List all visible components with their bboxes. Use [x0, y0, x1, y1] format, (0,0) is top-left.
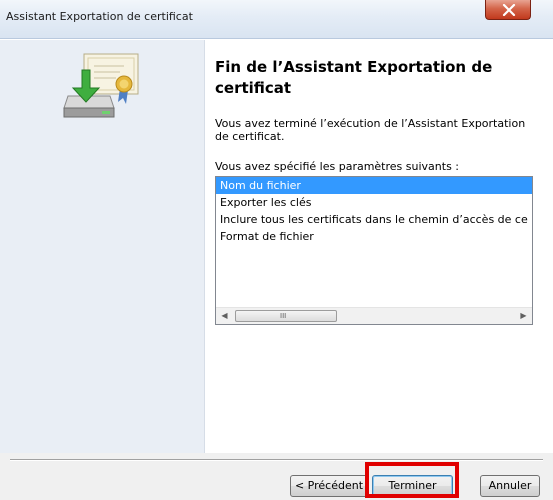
list-item[interactable]: Exporter les clés: [216, 194, 532, 211]
finish-button[interactable]: Terminer: [372, 475, 453, 497]
scrollbar-grip: III: [280, 312, 287, 320]
completion-text: Vous avez terminé l’exécution de l’Assis…: [215, 117, 526, 143]
title-bar: Assistant Exportation de certificat: [0, 0, 553, 39]
certificate-export-icon: [63, 53, 139, 118]
list-item[interactable]: Nom du fichier: [216, 177, 532, 194]
close-icon: [502, 4, 516, 16]
scroll-left-arrow-icon[interactable]: ◀: [216, 308, 233, 324]
scroll-right-arrow-icon[interactable]: ▶: [515, 308, 532, 324]
previous-button[interactable]: < Précédent: [290, 475, 368, 497]
params-listbox[interactable]: Nom du fichier Exporter les clés Inclure…: [215, 176, 533, 325]
divider: [10, 459, 543, 461]
cancel-button[interactable]: Annuler: [480, 475, 540, 497]
params-label: Vous avez spécifié les paramètres suivan…: [215, 160, 460, 173]
horizontal-scrollbar[interactable]: ◀ III ▶: [216, 307, 532, 324]
list-item[interactable]: Format de fichier: [216, 228, 532, 245]
list-item[interactable]: Inclure tous les certificats dans le che…: [216, 211, 532, 228]
window-title: Assistant Exportation de certificat: [6, 10, 193, 23]
page-title: Fin de l’Assistant Exportation de certif…: [215, 58, 493, 97]
close-button[interactable]: [485, 0, 531, 20]
scrollbar-thumb[interactable]: III: [235, 310, 337, 322]
